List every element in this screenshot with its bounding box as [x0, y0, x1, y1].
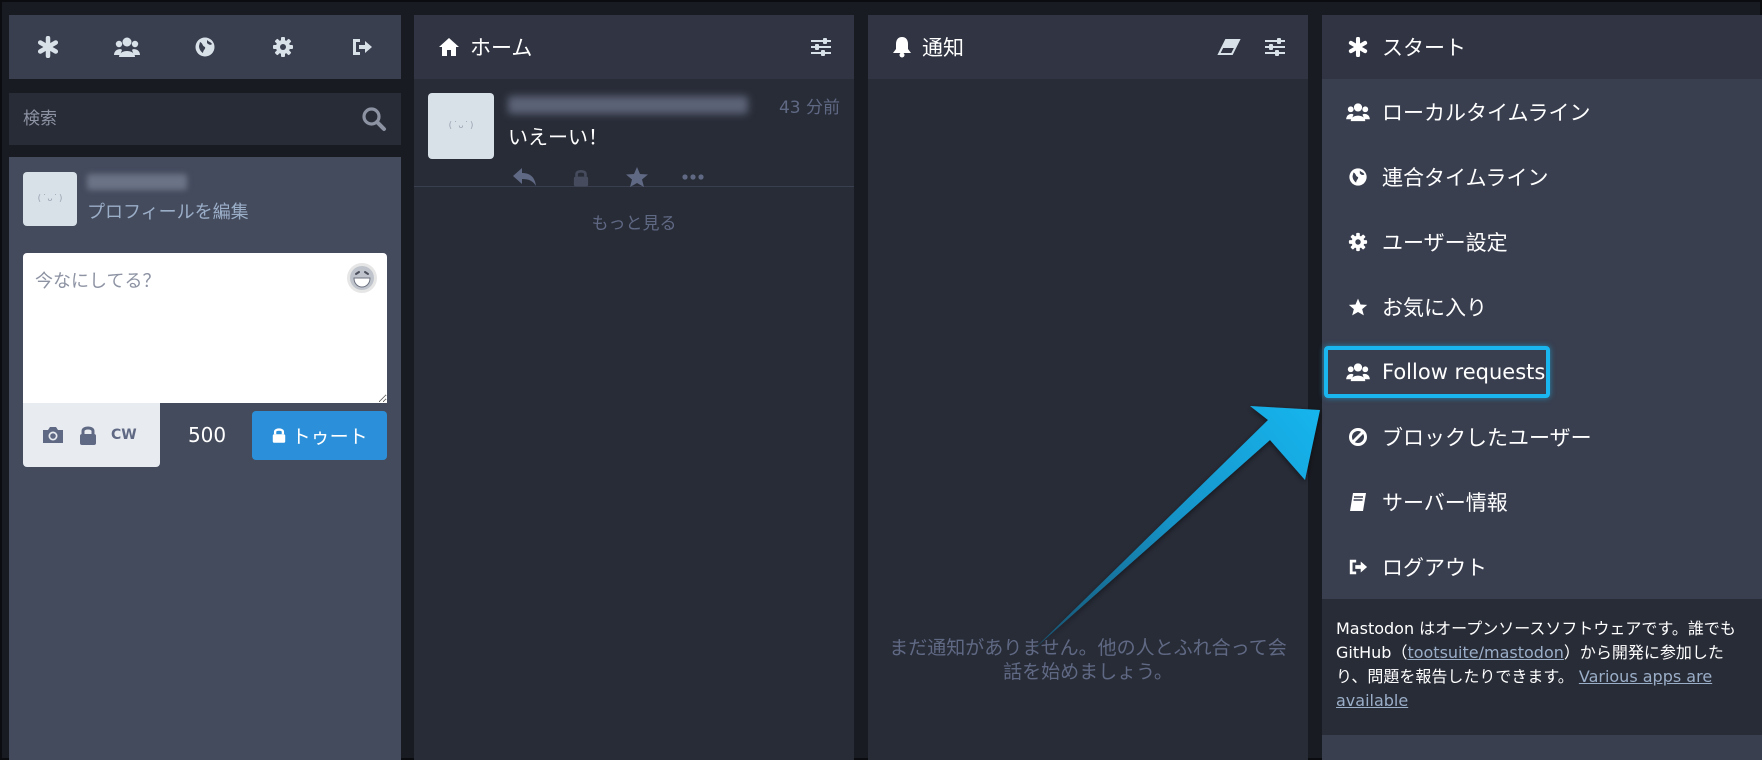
settings-nav-button[interactable] — [263, 27, 303, 67]
toot-button[interactable]: トゥート — [252, 410, 387, 460]
menu-item-label: ローカルタイムライン — [1382, 100, 1591, 125]
drawer-body: (˙ᴗ˙) プロフィールを編集 CW 500 — [9, 157, 401, 760]
edit-profile-link[interactable]: プロフィールを編集 — [87, 202, 249, 223]
getting-started-footer: Mastodon はオープンソースソフトウェアです。誰でも GitHub（too… — [1322, 599, 1762, 735]
current-account: (˙ᴗ˙) プロフィールを編集 — [23, 171, 387, 227]
status-item[interactable]: (˙ᴗ˙) 43 分前 いえーい！ — [414, 79, 854, 187]
asterisk-icon — [38, 36, 59, 58]
empty-notifications-message: まだ通知がありません。他の人とふれ合って会話を始めましょう。 — [889, 637, 1287, 683]
menu-item-server-info[interactable]: サーバー情報 — [1322, 469, 1762, 534]
sign-out-icon — [352, 39, 372, 55]
boost-button-disabled[interactable] — [566, 162, 596, 192]
logout-nav-button[interactable] — [342, 27, 382, 67]
star-icon — [626, 167, 648, 187]
notifications-column: 通知 まだ通知がありません。他の人とふれ合って会話を始めましょう。 — [868, 15, 1308, 760]
notifications-column-title: 通知 — [922, 36, 964, 60]
sign-out-icon — [1346, 557, 1370, 577]
laughing-emoji-icon — [350, 266, 374, 290]
compose-textarea[interactable] — [23, 253, 387, 403]
book-icon — [1346, 492, 1370, 512]
status-header: 43 分前 — [508, 93, 840, 118]
menu-item-label: ログアウト — [1382, 555, 1487, 580]
search-icon[interactable] — [361, 106, 387, 132]
menu-item-favourites[interactable]: お気に入り — [1322, 274, 1762, 339]
eraser-icon — [1217, 39, 1241, 55]
lock-icon — [272, 428, 285, 443]
menu-item-label: ユーザー設定 — [1382, 230, 1508, 255]
menu-item-user-settings[interactable]: ユーザー設定 — [1322, 209, 1762, 274]
home-icon — [439, 38, 459, 56]
home-column-header[interactable]: ホーム — [414, 15, 854, 79]
home-column-title: ホーム — [470, 36, 533, 60]
column-settings-button[interactable] — [1258, 30, 1292, 64]
menu-item-local-timeline[interactable]: ローカルタイムライン — [1322, 79, 1762, 144]
gear-icon — [273, 37, 294, 57]
status-timestamp[interactable]: 43 分前 — [779, 93, 840, 118]
users-icon — [113, 37, 140, 57]
compose-footer: CW 500 トゥート — [23, 403, 387, 467]
getting-started-title: スタート — [1382, 36, 1466, 60]
getting-started-nav-button[interactable] — [28, 27, 68, 67]
privacy-button[interactable] — [79, 425, 97, 445]
lock-icon — [80, 426, 96, 445]
account-name-blurred — [87, 174, 187, 190]
load-more-button[interactable]: もっと見る — [414, 209, 854, 234]
favourite-button[interactable] — [622, 162, 652, 192]
notifications-column-header[interactable]: 通知 — [868, 15, 1308, 79]
emoji-picker-button[interactable] — [347, 263, 377, 293]
menu-item-follow-requests[interactable]: Follow requests — [1322, 339, 1762, 404]
status-content: いえーい！ — [508, 125, 608, 149]
content-warning-button[interactable]: CW — [111, 427, 137, 443]
bell-icon — [893, 37, 911, 58]
menu-item-label: お気に入り — [1382, 295, 1487, 320]
menu-item-label: Follow requests — [1382, 359, 1546, 384]
getting-started-column: スタート ローカルタイムライン 連合タイムライン ユーザー設定 お気に入り Fo… — [1322, 15, 1762, 760]
globe-icon — [1346, 167, 1370, 187]
media-upload-button[interactable] — [41, 425, 65, 445]
sliders-icon — [811, 38, 831, 56]
menu-item-label: ブロックしたユーザー — [1382, 425, 1592, 450]
users-icon — [1346, 362, 1370, 382]
star-icon — [1346, 297, 1370, 317]
character-counter: 500 — [187, 423, 227, 447]
home-column: ホーム (˙ᴗ˙) 43 分前 いえーい！ もっと見る — [414, 15, 854, 760]
ban-icon — [1346, 427, 1370, 447]
toot-button-label: トゥート — [291, 425, 368, 448]
globe-icon — [195, 37, 215, 57]
users-icon — [1346, 102, 1370, 122]
column-settings-button[interactable] — [804, 30, 838, 64]
compose-tools: CW — [23, 403, 160, 467]
menu-item-label: 連合タイムライン — [1382, 165, 1549, 190]
search-box — [9, 93, 401, 145]
account-info: プロフィールを編集 — [87, 174, 249, 224]
more-button[interactable] — [678, 162, 708, 192]
compose-box — [23, 253, 387, 403]
search-input[interactable] — [9, 93, 401, 145]
status-author-blurred[interactable] — [508, 96, 748, 114]
menu-item-blocked-users[interactable]: ブロックしたユーザー — [1322, 404, 1762, 469]
avatar[interactable]: (˙ᴗ˙) — [428, 93, 494, 159]
gear-icon — [1346, 232, 1370, 252]
avatar[interactable]: (˙ᴗ˙) — [23, 172, 77, 226]
status-body: 43 分前 いえーい！ — [508, 93, 840, 187]
sliders-icon — [1265, 38, 1285, 56]
lock-icon — [573, 169, 589, 186]
getting-started-header: スタート — [1322, 15, 1762, 79]
menu-item-federated-timeline[interactable]: 連合タイムライン — [1322, 144, 1762, 209]
federated-timeline-nav-button[interactable] — [185, 27, 225, 67]
camera-icon — [43, 427, 63, 443]
drawer: (˙ᴗ˙) プロフィールを編集 CW 500 — [9, 15, 401, 760]
local-timeline-nav-button[interactable] — [107, 27, 147, 67]
drawer-header — [9, 15, 401, 79]
reply-button[interactable] — [510, 162, 540, 192]
clear-notifications-button[interactable] — [1212, 30, 1246, 64]
asterisk-icon — [1346, 37, 1370, 57]
ellipsis-icon — [682, 174, 704, 180]
status-action-bar — [510, 162, 840, 192]
reply-icon — [513, 168, 536, 186]
menu-item-logout[interactable]: ログアウト — [1322, 534, 1762, 599]
github-link[interactable]: tootsuite/mastodon — [1407, 643, 1563, 662]
menu-item-label: サーバー情報 — [1382, 490, 1508, 515]
